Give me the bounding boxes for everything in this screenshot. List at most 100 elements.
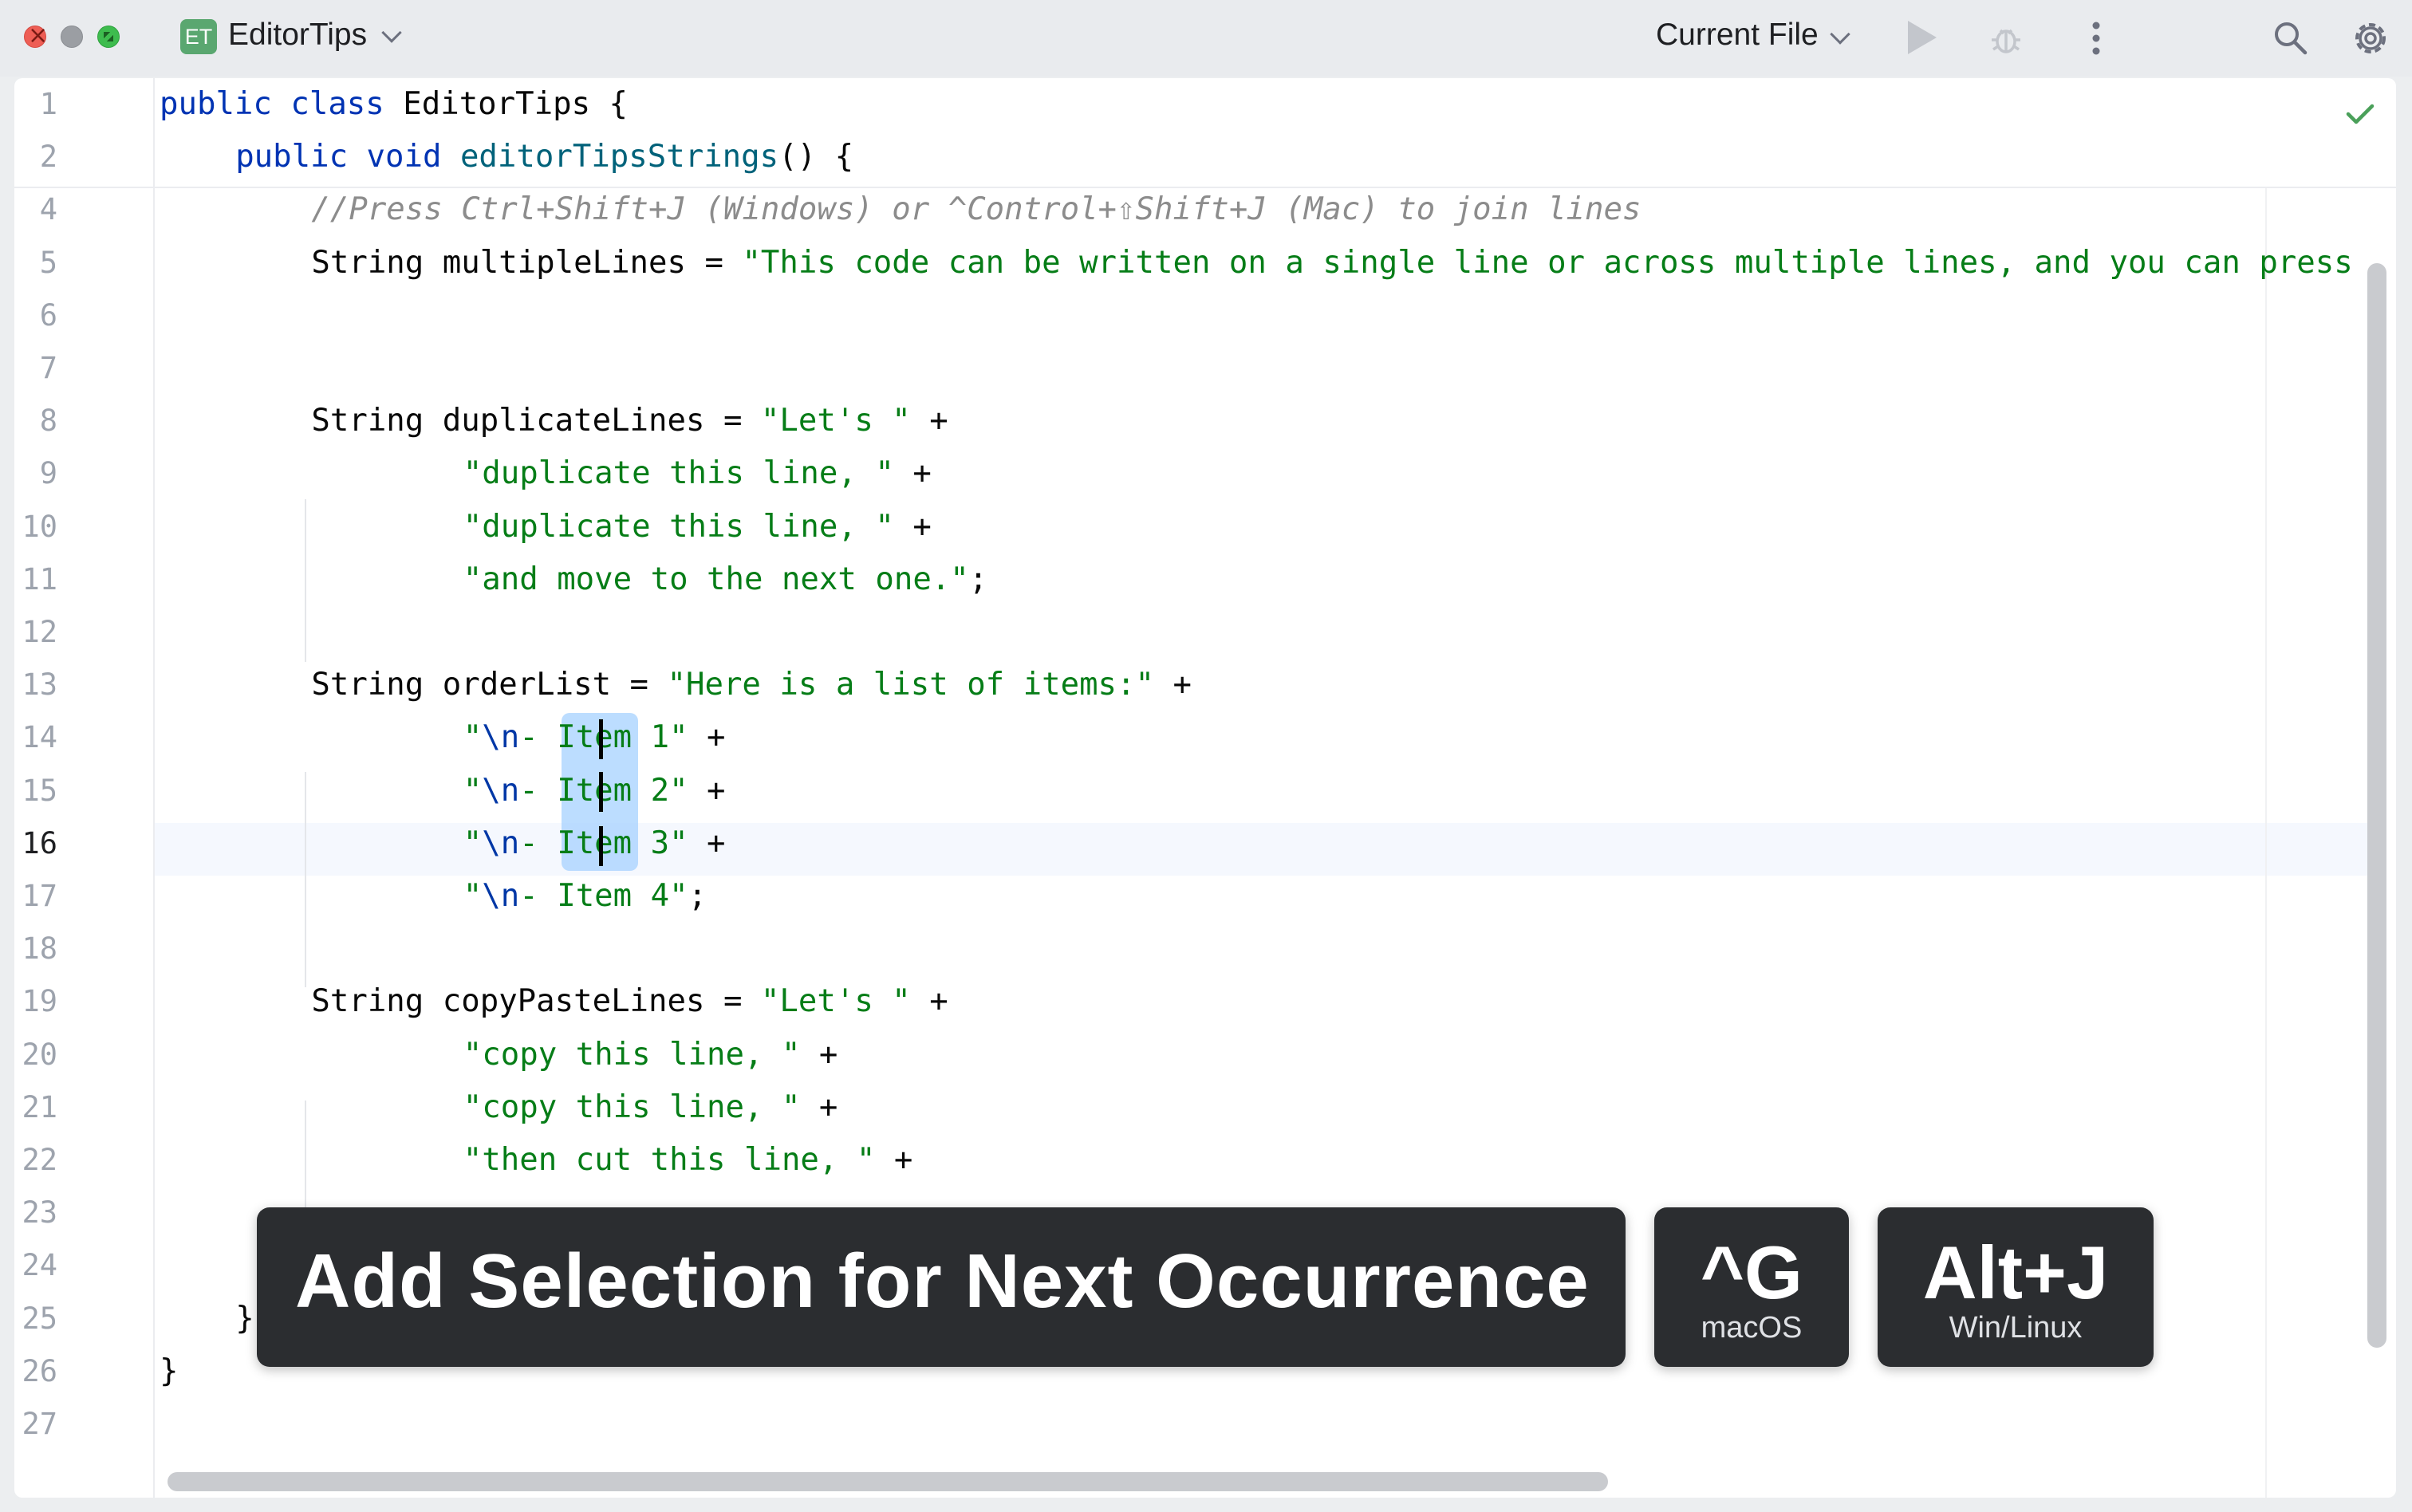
project-badge[interactable]: ET	[180, 19, 217, 54]
code-text[interactable]: String multipleLines = "This code can be…	[311, 237, 2352, 289]
bug-icon[interactable]	[1989, 22, 2023, 56]
code-line[interactable]: 22 "then cut this line, " +	[14, 1134, 2375, 1187]
code-token: "copy this line, "	[463, 1089, 801, 1125]
code-line[interactable]: 11 "and move to the next one.";	[14, 553, 2375, 606]
chevron-down-icon[interactable]	[381, 22, 402, 43]
code-line[interactable]: 8 String duplicateLines = "Let's " +	[14, 395, 2375, 447]
line-number[interactable]: 26	[14, 1345, 57, 1398]
code-text[interactable]: String orderList = "Here is a list of it…	[311, 659, 1192, 711]
action-name-popup: Add Selection for Next Occurrence	[257, 1207, 1626, 1367]
code-token: +	[910, 403, 948, 439]
code-line[interactable]: 1 public class EditorTips {	[14, 78, 2375, 131]
code-line[interactable]: 21 "copy this line, " +	[14, 1081, 2375, 1134]
window-close-button[interactable]	[24, 22, 48, 49]
code-text[interactable]: }	[160, 1345, 178, 1398]
horizontal-scrollbar[interactable]	[168, 1472, 1608, 1491]
code-token: "	[463, 772, 483, 809]
code-text[interactable]: "then cut this line, " +	[463, 1134, 913, 1187]
line-number[interactable]: 16	[14, 817, 57, 870]
code-line[interactable]: 27	[14, 1398, 2375, 1451]
line-number[interactable]: 23	[14, 1187, 57, 1239]
code-line[interactable]: 12	[14, 606, 2375, 659]
search-icon[interactable]	[2272, 19, 2308, 56]
window-minimize-button[interactable]	[61, 26, 83, 48]
code-token: String copyPasteLines =	[311, 983, 761, 1020]
line-number[interactable]: 2	[14, 131, 57, 183]
code-token: ;	[688, 878, 707, 914]
code-line[interactable]: 18	[14, 923, 2375, 975]
line-number[interactable]: 25	[14, 1293, 57, 1345]
code-text[interactable]: public void editorTipsStrings() {	[235, 131, 853, 183]
line-number[interactable]: 24	[14, 1239, 57, 1292]
code-token: \n	[482, 878, 520, 914]
code-line[interactable]: 5 String multipleLines = "This code can b…	[14, 237, 2375, 289]
code-token: +	[688, 772, 726, 809]
code-line[interactable]: 15 "\n- Item 2" +	[14, 765, 2375, 817]
window-fullscreen-button[interactable]	[97, 26, 120, 48]
line-number[interactable]: 18	[14, 923, 57, 975]
line-number[interactable]: 21	[14, 1081, 57, 1134]
line-number[interactable]: 13	[14, 659, 57, 711]
code-line[interactable]: 17 "\n- Item 4";	[14, 870, 2375, 923]
line-number[interactable]: 5	[14, 237, 57, 289]
code-line[interactable]: 20 "copy this line, " +	[14, 1029, 2375, 1081]
code-text[interactable]: String copyPasteLines = "Let's " +	[311, 975, 948, 1028]
code-text[interactable]: "copy this line, " +	[463, 1081, 838, 1134]
code-text[interactable]: "duplicate this line, " +	[463, 501, 932, 553]
line-number[interactable]: 19	[14, 975, 57, 1028]
code-token: +	[910, 983, 948, 1020]
code-text[interactable]: }	[235, 1293, 254, 1345]
code-token: +	[893, 455, 932, 492]
gear-icon[interactable]	[2350, 18, 2391, 59]
code-text[interactable]: "\n- Item 3" +	[463, 817, 726, 870]
line-number[interactable]: 6	[14, 289, 57, 342]
mac-shortcut-popup: ^G macOS	[1654, 1207, 1849, 1367]
line-number[interactable]: 27	[14, 1398, 57, 1451]
code-line[interactable]: 2 public void editorTipsStrings() {	[14, 131, 2375, 183]
run-configuration-selector[interactable]: Current File	[1656, 18, 1819, 53]
code-text[interactable]: "and move to the next one.";	[463, 553, 987, 606]
line-number[interactable]: 7	[14, 342, 57, 395]
code-line[interactable]: 16 "\n- Item 3" +	[14, 817, 2375, 870]
project-name[interactable]: EditorTips	[228, 18, 367, 53]
line-number[interactable]: 17	[14, 870, 57, 923]
code-token: +	[688, 719, 726, 756]
code-line[interactable]: 19 String copyPasteLines = "Let's " +	[14, 975, 2375, 1028]
code-token: "Here is a list of items:"	[667, 667, 1154, 703]
line-number[interactable]: 15	[14, 765, 57, 817]
code-line[interactable]: 4 //Press Ctrl+Shift+J (Windows) or ^Cont…	[14, 183, 2375, 236]
code-line[interactable]: 6	[14, 289, 2375, 342]
code-text[interactable]: public class EditorTips {	[160, 78, 628, 131]
line-number[interactable]: 1	[14, 78, 57, 131]
line-number[interactable]: 4	[14, 183, 57, 236]
checkmark-icon[interactable]	[2345, 102, 2375, 126]
win-label: Win/Linux	[1949, 1311, 2083, 1345]
chevron-down-icon[interactable]	[1830, 24, 1850, 45]
code-token: "duplicate this line, "	[463, 508, 894, 545]
line-number[interactable]: 8	[14, 395, 57, 447]
code-line[interactable]: 7	[14, 342, 2375, 395]
code-token: \n	[482, 772, 520, 809]
code-text[interactable]: "copy this line, " +	[463, 1029, 838, 1081]
line-number[interactable]: 11	[14, 553, 57, 606]
code-text[interactable]: //Press Ctrl+Shift+J (Windows) or ^Contr…	[311, 183, 1641, 236]
line-number[interactable]: 10	[14, 501, 57, 553]
line-number[interactable]: 12	[14, 606, 57, 659]
line-number[interactable]: 20	[14, 1029, 57, 1081]
line-number[interactable]: 22	[14, 1134, 57, 1187]
run-icon[interactable]	[1908, 21, 1937, 54]
code-line[interactable]: 14 "\n- Item 1" +	[14, 711, 2375, 764]
code-text[interactable]: "\n- Item 2" +	[463, 765, 726, 817]
more-vertical-icon[interactable]	[2079, 21, 2114, 56]
code-text[interactable]: "\n- Item 4";	[463, 870, 707, 923]
code-line[interactable]: 13 String orderList = "Here is a list of …	[14, 659, 2375, 711]
line-number[interactable]: 9	[14, 447, 57, 500]
code-text[interactable]: "duplicate this line, " +	[463, 447, 932, 500]
code-line[interactable]: 10 "duplicate this line, " +	[14, 501, 2375, 553]
code-text[interactable]: String duplicateLines = "Let's " +	[311, 395, 948, 447]
code-text[interactable]: "\n- Item 1" +	[463, 711, 726, 764]
line-number[interactable]: 14	[14, 711, 57, 764]
code-token: EditorTips {	[403, 86, 629, 122]
code-line[interactable]: 9 "duplicate this line, " +	[14, 447, 2375, 500]
vertical-scrollbar[interactable]	[2367, 263, 2386, 1348]
